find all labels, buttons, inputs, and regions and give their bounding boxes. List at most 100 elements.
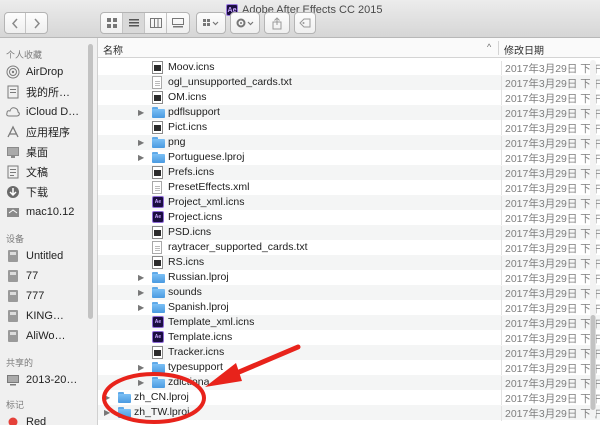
sidebar-item-label: 文稿 — [26, 167, 48, 179]
file-row[interactable]: PresetEffects.xml 2017年3月29日 下午 — [98, 180, 600, 196]
all-files-icon — [6, 85, 20, 99]
file-name: ogl_unsupported_cards.txt — [168, 76, 292, 88]
arrange-button[interactable] — [196, 12, 226, 34]
file-row[interactable]: OM.icns 2017年3月29日 下午 — [98, 90, 600, 106]
file-row[interactable]: Tracker.icns 2017年3月29日 下午 — [98, 345, 600, 361]
disclosure-triangle-icon[interactable]: ▶ — [138, 138, 146, 147]
file-row[interactable]: PSD.icns 2017年3月29日 下午 — [98, 225, 600, 241]
file-row[interactable]: ▶ zdictiona 2017年3月29日 下午 — [98, 375, 600, 391]
sidebar-item-desktop[interactable]: 桌面 — [6, 142, 94, 162]
file-name: Portuguese.lproj — [168, 151, 245, 163]
disclosure-triangle-icon[interactable]: ▶ — [138, 378, 146, 387]
tags-button-inner[interactable] — [295, 13, 315, 33]
disclosure-triangle-icon[interactable]: ▶ — [138, 273, 146, 282]
file-name: Prefs.icns — [168, 166, 215, 178]
file-row[interactable]: Moov.icns 2017年3月29日 下午 — [98, 60, 600, 76]
arrange-grid-icon — [203, 19, 219, 26]
file-row[interactable]: ▶ png 2017年3月29日 下午 — [98, 135, 600, 151]
file-row[interactable]: ▶ Russian.lproj 2017年3月29日 下午 — [98, 270, 600, 286]
sidebar-item-king[interactable]: KING… — [6, 306, 94, 326]
sidebar-item-untitled[interactable]: Untitled — [6, 246, 94, 266]
file-row[interactable]: ▶ Spanish.lproj 2017年3月29日 下午 — [98, 300, 600, 316]
file-row[interactable]: Ae Template_xml.icns 2017年3月29日 下午 — [98, 315, 600, 331]
cover-flow-button[interactable] — [167, 13, 189, 33]
file-row[interactable]: Ae Project.icns 2017年3月29日 下午 — [98, 210, 600, 226]
share-button[interactable] — [264, 12, 290, 34]
sidebar-item-77[interactable]: 77 — [6, 266, 94, 286]
file-row[interactable]: Ae Project_xml.icns 2017年3月29日 下午 — [98, 195, 600, 211]
sidebar-item-label: 桌面 — [26, 147, 48, 159]
file-row[interactable]: Ae Template.icns 2017年3月29日 下午 — [98, 330, 600, 346]
text-file-icon — [152, 76, 164, 89]
sidebar-item-red-tag[interactable]: Red — [6, 412, 94, 425]
name-column-header[interactable]: 名称 — [103, 42, 123, 57]
icns-file-icon — [152, 226, 164, 239]
file-date: 2017年3月29日 下午 — [501, 316, 600, 331]
file-name: raytracer_supported_cards.txt — [168, 241, 308, 253]
file-date: 2017年3月29日 下午 — [501, 391, 600, 406]
action-button[interactable] — [230, 12, 260, 34]
file-row[interactable]: ▶ typesupport 2017年3月29日 下午 — [98, 360, 600, 376]
tags-button[interactable] — [294, 12, 316, 34]
disclosure-triangle-icon[interactable]: ▶ — [138, 108, 146, 117]
file-row[interactable]: raytracer_supported_cards.txt 2017年3月29日 … — [98, 240, 600, 256]
sidebar-item-home[interactable]: mac10.12 — [6, 202, 94, 222]
arrange-button-inner[interactable] — [197, 13, 225, 33]
file-row[interactable]: ▶ sounds 2017年3月29日 下午 — [98, 285, 600, 301]
file-name: Russian.lproj — [168, 271, 229, 283]
file-name: Template.icns — [168, 331, 233, 343]
sidebar-item-airdrop[interactable]: AirDrop — [6, 62, 94, 82]
disclosure-triangle-icon[interactable]: ▶ — [138, 288, 146, 297]
date-column-header[interactable]: 修改日期 — [504, 42, 544, 57]
file-date: 2017年3月29日 下午 — [501, 61, 600, 76]
file-row[interactable]: Pict.icns 2017年3月29日 下午 — [98, 120, 600, 136]
share-button-inner[interactable] — [265, 13, 289, 33]
chevron-left-icon — [11, 18, 18, 28]
sidebar-item-aliwo[interactable]: AliWo… — [6, 326, 94, 346]
sidebar-item-label: mac10.12 — [26, 206, 75, 218]
sidebar-header-favorites: 个人收藏 — [6, 50, 43, 60]
column-view-button[interactable] — [145, 13, 167, 33]
disclosure-triangle-icon[interactable]: ▶ — [138, 363, 146, 372]
disclosure-triangle-icon[interactable]: ▶ — [138, 303, 146, 312]
column-header: 名称 ^ 修改日期 — [98, 38, 600, 58]
action-button-inner[interactable] — [231, 13, 259, 33]
file-row[interactable]: ▶ zh_CN.lproj 2017年3月29日 下午 — [98, 390, 600, 406]
after-effects-file-icon: Ae — [152, 211, 164, 224]
file-date: 2017年3月29日 下午 — [501, 271, 600, 286]
sidebar-item-all-files[interactable]: 我的所… — [6, 82, 94, 102]
file-row[interactable]: RS.icns 2017年3月29日 下午 — [98, 255, 600, 271]
sidebar-item-777[interactable]: 777 — [6, 286, 94, 306]
disclosure-triangle-icon[interactable]: ▶ — [104, 408, 112, 417]
text-file-icon — [152, 241, 164, 254]
file-row[interactable]: ▶ Portuguese.lproj 2017年3月29日 下午 — [98, 150, 600, 166]
file-row[interactable]: ▶ pdflsupport 2017年3月29日 下午 — [98, 105, 600, 121]
disclosure-triangle-icon[interactable]: ▶ — [104, 393, 112, 402]
sidebar-item-label: 我的所… — [26, 87, 70, 99]
file-date: 2017年3月29日 下午 — [501, 136, 600, 151]
sidebar-item-icloud[interactable]: iCloud D… — [6, 102, 94, 122]
disclosure-triangle-icon[interactable]: ▶ — [138, 153, 146, 162]
sidebar-item-downloads[interactable]: 下载 — [6, 182, 94, 202]
back-button[interactable] — [5, 13, 27, 33]
file-date: 2017年3月29日 下午 — [501, 256, 600, 271]
file-list: 名称 ^ 修改日期 Moov.icns 2017年3月29日 下午 ogl_unsu… — [98, 38, 600, 425]
list-view-button[interactable] — [123, 13, 145, 33]
file-row[interactable]: ▶ zh_TW.lproj 2017年3月29日 下午 — [98, 405, 600, 421]
file-date: 2017年3月29日 下午 — [501, 106, 600, 121]
cover-flow-icon — [172, 18, 184, 28]
back-forward-group — [4, 12, 48, 34]
folder-icon — [152, 151, 165, 164]
column-divider[interactable] — [498, 41, 499, 55]
file-row[interactable]: Prefs.icns 2017年3月29日 下午 — [98, 165, 600, 181]
sidebar-item-shared-computer[interactable]: 2013-20… — [6, 370, 94, 390]
sidebar-item-applications[interactable]: 应用程序 — [6, 122, 94, 142]
file-list-scrollbar[interactable] — [590, 60, 596, 418]
airdrop-icon — [6, 65, 20, 79]
sidebar-item-documents[interactable]: 文稿 — [6, 162, 94, 182]
icon-view-button[interactable] — [101, 13, 123, 33]
download-icon — [6, 185, 20, 199]
file-row[interactable]: ogl_unsupported_cards.txt 2017年3月29日 下午 — [98, 75, 600, 91]
forward-button[interactable] — [26, 13, 47, 33]
folder-icon — [152, 136, 165, 149]
